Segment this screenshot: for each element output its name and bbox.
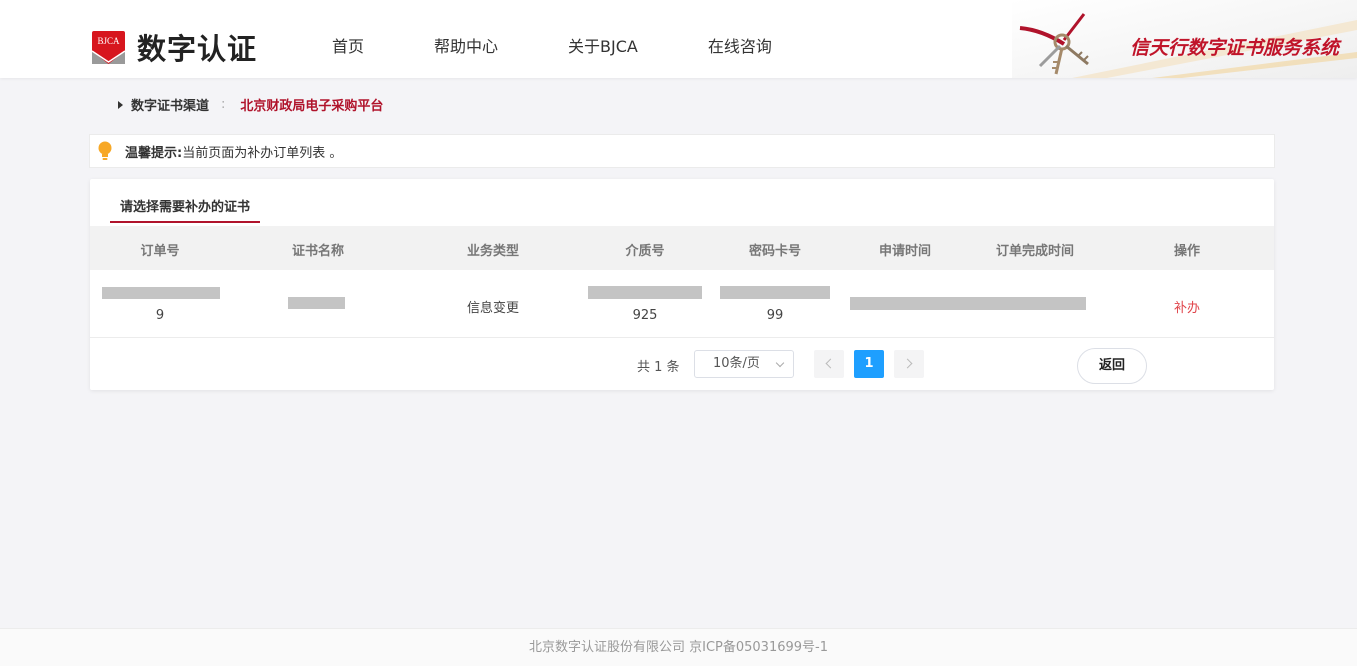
nav-help-center[interactable]: 帮助中心 xyxy=(434,33,498,57)
redacted-times xyxy=(850,297,1086,310)
next-page-button[interactable] xyxy=(894,350,924,378)
certificate-card: 请选择需要补办的证书 订单号 证书名称 业务类型 介质号 密码卡号 申请时间 订… xyxy=(90,179,1274,390)
chevron-down-icon xyxy=(775,358,785,368)
breadcrumb-current[interactable]: 北京财政局电子采购平台 xyxy=(240,95,383,114)
header-banner: 信天行数字证书服务系统 xyxy=(1012,0,1357,78)
bjca-logo[interactable]: BJCA 数字认证 xyxy=(91,26,258,68)
prev-page-button[interactable] xyxy=(814,350,844,378)
breadcrumb: 数字证书渠道 : 北京财政局电子采购平台 xyxy=(118,95,383,114)
redacted-card-no xyxy=(720,286,830,299)
page-size-select[interactable]: 10条/页 xyxy=(694,350,794,378)
column-medium-no: 介质号 xyxy=(625,244,665,259)
breadcrumb-label: 数字证书渠道 xyxy=(131,99,210,114)
cell-order-no-tail: 9 xyxy=(155,308,165,323)
nav-online-consult[interactable]: 在线咨询 xyxy=(708,33,772,57)
breadcrumb-separator: : xyxy=(221,97,226,112)
top-header: BJCA 数字认证 首页 帮助中心 关于BJCA 在线咨询 信天行数字证书服务系… xyxy=(0,0,1357,78)
nav-home[interactable]: 首页 xyxy=(332,33,364,57)
total-count: 共 1 条 xyxy=(637,360,680,375)
redacted-order-no xyxy=(102,287,220,299)
page-size-value: 10条/页 xyxy=(713,356,760,371)
footer: 北京数字认证股份有限公司 京ICP备05031699号-1 xyxy=(0,628,1357,666)
footer-text: 北京数字认证股份有限公司 京ICP备05031699号-1 xyxy=(528,640,828,655)
tip-label: 温馨提示: xyxy=(125,145,183,161)
tab-select-certificate[interactable]: 请选择需要补办的证书 xyxy=(110,196,260,223)
cell-medium-no-tail: 925 xyxy=(632,308,658,323)
bjca-badge-icon: BJCA xyxy=(91,30,126,64)
column-business-type: 业务类型 xyxy=(466,244,520,259)
redacted-medium-no xyxy=(588,286,702,299)
tip-text: 当前页面为补办订单列表 。 xyxy=(182,145,343,161)
column-card-no: 密码卡号 xyxy=(748,244,802,259)
redacted-cert-name xyxy=(288,297,345,309)
table-header: 订单号 证书名称 业务类型 介质号 密码卡号 申请时间 订单完成时间 操作 xyxy=(90,226,1274,270)
logo-badge-text: BJCA xyxy=(97,36,120,46)
tip-bar: 温馨提示: 当前页面为补办订单列表 。 xyxy=(89,134,1275,168)
cell-business-type: 信息变更 xyxy=(466,301,520,316)
reissue-link[interactable]: 补办 xyxy=(1174,297,1200,316)
back-button[interactable]: 返回 xyxy=(1077,348,1147,384)
column-cert-name: 证书名称 xyxy=(291,244,345,259)
column-operation: 操作 xyxy=(1173,244,1201,259)
column-order-no: 订单号 xyxy=(140,244,180,259)
banner-title: 信天行数字证书服务系统 xyxy=(1129,37,1339,59)
main-nav: 首页 帮助中心 关于BJCA 在线咨询 xyxy=(332,33,772,57)
logo-text: 数字认证 xyxy=(137,32,258,66)
caret-right-icon xyxy=(118,100,123,109)
lightbulb-icon xyxy=(97,141,113,161)
nav-about-bjca[interactable]: 关于BJCA xyxy=(568,33,638,57)
column-apply-time: 申请时间 xyxy=(878,244,932,259)
table-row: 9 信息变更 925 99 补办 xyxy=(90,270,1274,338)
cell-card-no-tail: 99 xyxy=(766,308,784,323)
chevron-right-icon xyxy=(902,358,913,369)
chevron-left-icon xyxy=(825,358,836,369)
column-complete-time: 订单完成时间 xyxy=(995,244,1075,259)
page-number-current[interactable]: 1 xyxy=(854,350,884,378)
